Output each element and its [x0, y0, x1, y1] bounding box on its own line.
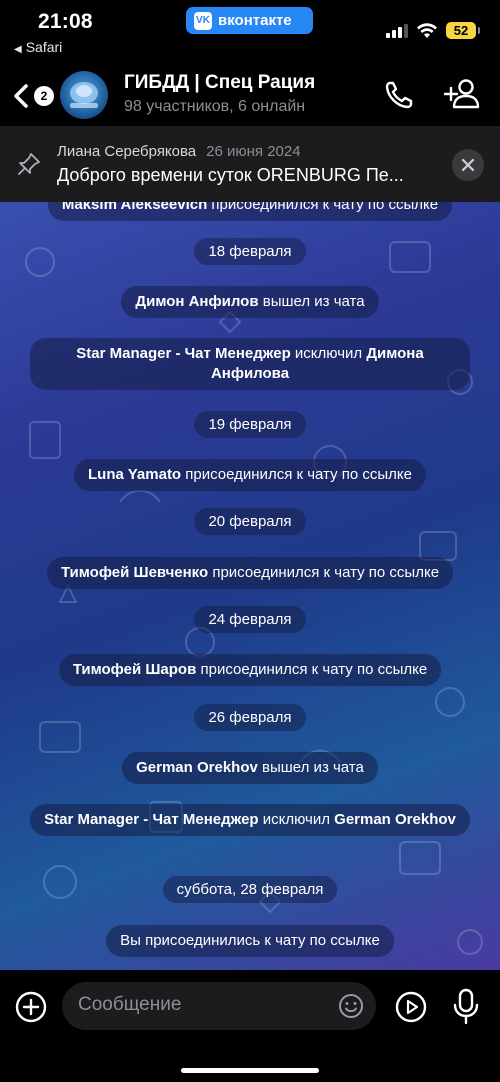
back-to-app-link[interactable]: ◀ Safari [14, 39, 62, 55]
service-bubble: Димон Анфилов вышел из чата [121, 286, 379, 318]
service-message: Maksim Alekseevich присоединился к чату … [0, 202, 500, 221]
member-name[interactable]: Maksim Alekseevich [62, 202, 207, 213]
member-name[interactable]: Star Manager - Чат Менеджер [76, 345, 290, 362]
add-member-button[interactable] [442, 76, 482, 112]
date-separator: 18 февраля [0, 238, 500, 265]
member-name[interactable]: German Orekhov [136, 759, 258, 776]
date-label: 20 февраля [194, 508, 306, 535]
call-button[interactable] [382, 78, 416, 112]
vk-app-pill[interactable]: VK вконтакте [186, 7, 313, 34]
video-message-icon [395, 991, 427, 1023]
date-label: суббота, 28 февраля [162, 876, 338, 903]
service-message: Luna Yamato присоединился к чату по ссыл… [0, 459, 500, 491]
vk-label: вконтакте [218, 12, 292, 29]
member-name[interactable]: Димон Анфилов [135, 293, 258, 310]
service-message: Star Manager - Чат Менеджер исключил Дим… [0, 338, 500, 390]
service-action: вышел из чата [257, 759, 364, 776]
service-action: присоединился к чату по ссылке [207, 202, 439, 213]
service-action: исключил [258, 811, 335, 828]
pinned-text: Доброго времени суток ORENBURG Пе... [57, 165, 404, 185]
unread-badge: 2 [34, 86, 54, 106]
date-label: 18 февраля [194, 238, 306, 265]
phone-icon [385, 81, 413, 109]
member-name[interactable]: Luna Yamato [88, 466, 181, 483]
emoji-icon [339, 994, 363, 1018]
message-placeholder: Сообщение [78, 994, 182, 1015]
microphone-icon [453, 988, 479, 1025]
pinned-message[interactable]: Лиана Серебрякова 26 июня 2024 Доброго вр… [0, 127, 500, 202]
service-bubble: Maksim Alekseevich присоединился к чату … [47, 202, 453, 221]
attach-button[interactable] [14, 990, 48, 1024]
service-message: Димон Анфилов вышел из чата [0, 286, 500, 318]
service-action: вышел из чата [258, 293, 365, 310]
close-icon [461, 158, 475, 172]
service-message: Вы присоединились к чату по ссылке [0, 925, 500, 957]
avatar-emblem-icon [70, 82, 98, 108]
close-pinned-button[interactable] [452, 149, 484, 181]
chat-subtitle: 98 участников, 6 онлайн [124, 98, 306, 115]
service-bubble: German Orekhov вышел из чата [122, 752, 378, 784]
back-app-label: Safari [25, 39, 63, 55]
target-name[interactable]: German Orekhov [334, 811, 456, 828]
back-button[interactable]: 2 [10, 76, 54, 116]
video-message-button[interactable] [394, 990, 428, 1024]
service-bubble: Тимофей Шевченко присоединился к чату по… [46, 557, 454, 589]
pinned-author: Лиана Серебрякова [57, 143, 197, 160]
back-triangle-icon: ◀ [14, 44, 22, 55]
service-bubble: Star Manager - Чат Менеджер исключил Ger… [30, 804, 470, 836]
message-input[interactable]: Сообщение [62, 982, 376, 1030]
service-message: German Orekhov вышел из чата [0, 752, 500, 784]
service-message: Тимофей Шевченко присоединился к чату по… [0, 557, 500, 589]
plus-icon [15, 991, 47, 1023]
service-action: присоединился к чату по ссылке [196, 661, 428, 678]
pin-icon [18, 153, 40, 175]
service-bubble: Luna Yamato присоединился к чату по ссыл… [74, 459, 426, 491]
service-message: Тимофей Шаров присоединился к чату по сс… [0, 654, 500, 686]
service-message: Star Manager - Чат Менеджер исключил Ger… [0, 804, 500, 836]
chat-header: 2 ГИБДД | Спец Рация 98 участников, 6 он… [0, 62, 500, 127]
date-separator: суббота, 28 февраля [0, 876, 500, 903]
emoji-button[interactable] [338, 993, 364, 1019]
date-separator: 26 февраля [0, 704, 500, 731]
member-name[interactable]: Тимофей Шаров [73, 661, 197, 678]
message-composer: Сообщение [0, 970, 500, 1082]
vk-logo-icon: VK [194, 11, 212, 30]
service-action: присоединился к чату по ссылке [208, 564, 440, 581]
service-bubble: Вы присоединились к чату по ссылке [106, 925, 394, 957]
service-bubble: Тимофей Шаров присоединился к чату по сс… [58, 654, 442, 686]
status-time: 21:08 [38, 10, 93, 33]
date-separator: 24 февраля [0, 606, 500, 633]
service-action: исключил [290, 345, 367, 362]
date-separator: 20 февраля [0, 508, 500, 535]
service-action: присоединился к чату по ссылке [181, 466, 412, 483]
status-bar: 21:08 ◀ Safari VK вконтакте 52 [0, 0, 500, 62]
pinned-date: 26 июня 2024 [206, 143, 301, 160]
home-indicator[interactable] [181, 1068, 319, 1073]
pinned-author-line: Лиана Серебрякова 26 июня 2024 [57, 143, 301, 160]
wifi-icon [417, 22, 437, 38]
chat-title[interactable]: ГИБДД | Спец Рация [124, 72, 315, 94]
date-label: 19 февраля [194, 411, 306, 438]
chat-area[interactable]: Maksim Alekseevich присоединился к чату … [0, 202, 500, 970]
date-label: 26 февраля [194, 704, 306, 731]
date-label: 24 февраля [194, 606, 306, 633]
signal-icon [386, 23, 408, 38]
date-separator: 19 февраля [0, 411, 500, 438]
service-bubble: Star Manager - Чат Менеджер исключил Дим… [30, 338, 470, 390]
chat-avatar[interactable] [60, 71, 108, 119]
add-user-icon [443, 79, 480, 109]
voice-message-button[interactable] [452, 988, 480, 1026]
battery-indicator: 52 [446, 22, 480, 39]
status-icons: 52 [386, 22, 480, 39]
member-name[interactable]: Тимофей Шевченко [61, 564, 208, 581]
member-name[interactable]: Star Manager - Чат Менеджер [44, 811, 258, 828]
